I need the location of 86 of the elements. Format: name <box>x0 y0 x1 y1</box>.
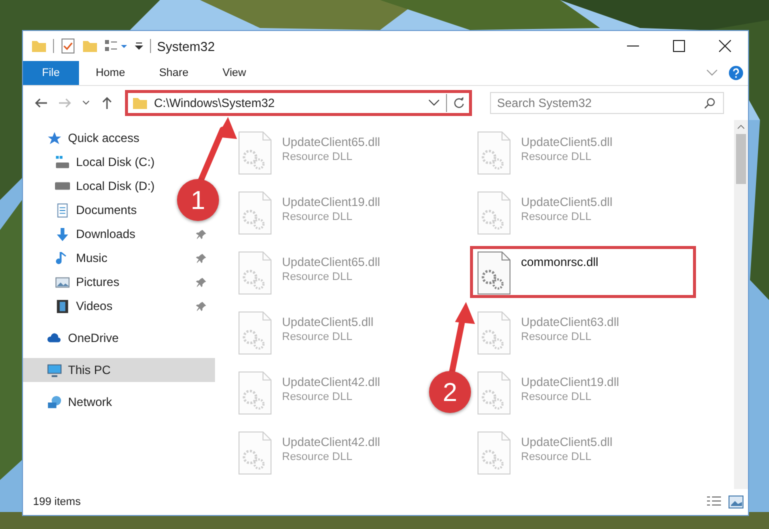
file-item[interactable]: commonrsc.dll <box>470 246 696 298</box>
file-type: Resource DLL <box>282 211 354 223</box>
computer-icon <box>47 362 62 378</box>
star-icon <box>47 130 62 146</box>
nav-item[interactable]: Network <box>23 390 120 414</box>
file-name: commonrsc.dll <box>521 255 598 269</box>
file-name: UpdateClient63.dll <box>521 315 620 329</box>
ribbon-tab[interactable]: Home <box>78 61 142 85</box>
pin-icon[interactable] <box>196 252 207 264</box>
search-icon <box>704 97 716 109</box>
expand-ribbon-icon[interactable] <box>706 69 718 77</box>
file-name: UpdateClient19.dll <box>521 375 620 389</box>
pin-icon[interactable] <box>196 300 207 312</box>
file-name: UpdateClient42.dll <box>282 375 380 389</box>
callout-arrow <box>198 117 237 183</box>
file-type: Resource DLL <box>282 331 354 343</box>
scroll-up-icon[interactable] <box>737 124 745 130</box>
settings-file-icon <box>238 251 272 295</box>
dropdown-icon[interactable] <box>134 41 144 51</box>
settings-file-icon <box>238 311 272 355</box>
file-type: Resource DLL <box>521 451 592 463</box>
settings-file-icon <box>477 131 511 175</box>
file-type: Resource DLL <box>521 151 592 163</box>
close-icon <box>719 40 731 52</box>
maximize-icon <box>673 40 685 52</box>
nav-item[interactable]: Videos <box>23 294 215 318</box>
file-name: UpdateClient65.dll <box>282 135 380 149</box>
address-bar[interactable]: C:\Windows\System32 <box>125 90 472 116</box>
settings-file-icon <box>477 371 511 415</box>
file-type: Resource DLL <box>282 271 354 283</box>
nav-item[interactable]: Pictures <box>23 270 215 294</box>
file-type: Resource DLL <box>282 451 354 463</box>
folder-icon <box>132 95 148 111</box>
file-type: Resource DLL <box>521 391 592 403</box>
settings-file-icon <box>477 191 511 235</box>
large-icons-view-icon[interactable] <box>728 495 744 509</box>
pin-icon[interactable] <box>196 228 207 240</box>
settings-file-icon <box>477 251 511 295</box>
file-name: UpdateClient65.dll <box>282 255 380 269</box>
scrollbar[interactable] <box>734 120 748 489</box>
view-options-icon[interactable] <box>104 38 128 54</box>
cloud-icon <box>47 330 62 346</box>
file-name: UpdateClient5.dll <box>521 195 612 209</box>
file-type: Resource DLL <box>521 331 592 343</box>
document-icon <box>55 202 70 218</box>
nav-item[interactable]: OneDrive <box>23 326 127 350</box>
file-name: UpdateClient19.dll <box>282 195 380 209</box>
download-icon <box>55 226 70 242</box>
nav-item[interactable]: Quick access <box>23 126 148 150</box>
nav-item[interactable]: Documents <box>23 198 145 222</box>
drive-icon <box>55 182 70 190</box>
address-path: C:\Windows\System32 <box>154 96 276 110</box>
pin-icon[interactable] <box>196 276 207 288</box>
file-name: UpdateClient42.dll <box>282 435 380 449</box>
settings-file-icon <box>477 311 511 355</box>
file-type: Resource DLL <box>282 391 354 403</box>
file-name: UpdateClient5.dll <box>282 315 374 329</box>
film-icon <box>55 298 70 314</box>
file-type: Resource DLL <box>282 151 354 163</box>
pictures-icon <box>55 274 70 290</box>
item-count: 199 items <box>33 496 81 508</box>
refresh-icon[interactable] <box>453 97 465 109</box>
drive-icon <box>55 154 70 170</box>
network-icon <box>47 394 62 410</box>
nav-item[interactable]: Local Disk (D:) <box>23 174 163 198</box>
ribbon-tab[interactable]: View <box>205 61 264 85</box>
scrollbar-thumb[interactable] <box>736 134 746 184</box>
nav-item[interactable]: Music <box>23 246 215 270</box>
help-icon[interactable] <box>728 65 744 81</box>
nav-item[interactable]: Downloads <box>23 222 215 246</box>
settings-file-icon <box>238 431 272 475</box>
search-field[interactable]: Search System32 <box>490 92 724 114</box>
settings-file-icon <box>477 431 511 475</box>
settings-file-icon <box>238 191 272 235</box>
file-name: UpdateClient5.dll <box>521 435 612 449</box>
settings-file-icon <box>238 131 272 175</box>
ribbon-tab[interactable]: File <box>23 61 79 85</box>
file-type: Resource DLL <box>521 211 592 223</box>
file-name: UpdateClient5.dll <box>521 135 612 149</box>
window-title: System32 <box>157 38 215 54</box>
settings-file-icon <box>238 371 272 415</box>
ribbon-tab[interactable]: Share <box>142 61 206 85</box>
nav-item[interactable]: Local Disk (C:) <box>23 150 163 174</box>
minimize-icon <box>627 45 639 47</box>
properties-icon[interactable] <box>60 38 76 54</box>
nav-item[interactable]: This PC <box>23 358 215 382</box>
